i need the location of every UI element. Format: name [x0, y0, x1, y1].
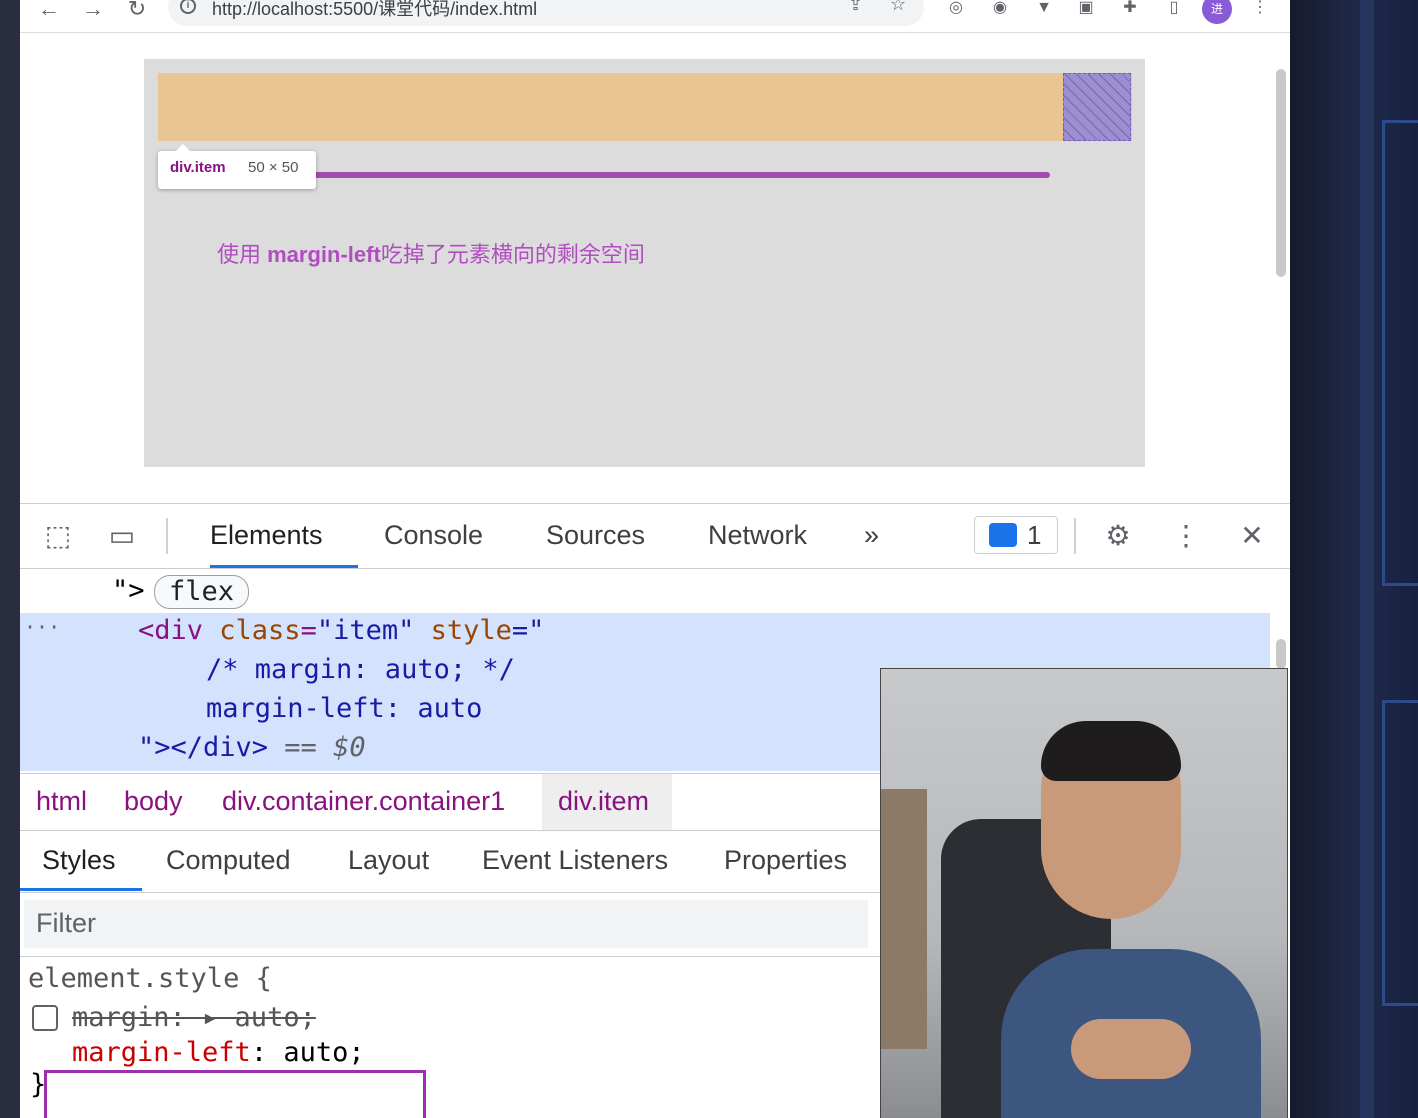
- left-desktop-edge: [0, 0, 20, 1118]
- margin-left-rule[interactable]: margin-left: auto;: [72, 1037, 365, 1068]
- node-close-tag[interactable]: "></div> == $0: [138, 732, 366, 763]
- tab-sources[interactable]: Sources: [546, 520, 645, 551]
- rule-checkbox[interactable]: [32, 1005, 58, 1031]
- note-bold: margin-left: [267, 242, 381, 267]
- attr-style-open: =": [511, 615, 545, 646]
- note-prefix: 使用: [217, 242, 268, 267]
- filter-placeholder: Filter: [36, 908, 96, 938]
- device-toggle-icon[interactable]: ▭: [102, 516, 142, 556]
- breadcrumb-html[interactable]: html: [36, 786, 87, 817]
- tab-elements[interactable]: Elements: [210, 520, 323, 551]
- flex-container: [158, 73, 1132, 141]
- disabled-rule[interactable]: margin: ▸ auto;: [72, 1002, 316, 1033]
- rule-value: : auto;: [250, 1037, 365, 1068]
- node-open-tag[interactable]: <div class="item" style=": [138, 615, 544, 646]
- sidepanel-icon[interactable]: ▯: [1162, 0, 1186, 20]
- tooltip-element-size: 50 × 50: [248, 159, 299, 176]
- demo-area: div.item 50 × 50 使用 margin-left吃掉了元素横向的剩…: [144, 59, 1145, 467]
- message-icon: [989, 523, 1017, 547]
- tag-open: <div: [138, 615, 220, 646]
- active-tab-indicator: [210, 565, 358, 568]
- attr-class-value: "item": [316, 615, 415, 646]
- devtools-tabbar: ⬚ ▭ Elements Console Sources Network » 1…: [20, 504, 1290, 569]
- wallpaper-stripe: [1360, 0, 1374, 1118]
- back-icon[interactable]: ←: [34, 0, 64, 24]
- webcam-person-hand: [1071, 1019, 1191, 1079]
- tab-layout[interactable]: Layout: [348, 845, 429, 876]
- close-icon[interactable]: ✕: [1232, 516, 1272, 556]
- page-scrollbar[interactable]: [1276, 69, 1286, 277]
- rule-prop: margin-left: [72, 1037, 251, 1068]
- issues-badge[interactable]: 1: [974, 516, 1058, 554]
- divider: [1074, 518, 1076, 554]
- element-tooltip: div.item 50 × 50: [158, 144, 316, 189]
- divider: [166, 518, 168, 554]
- ellipsis-icon[interactable]: ···: [24, 615, 60, 639]
- note-suffix: 吃掉了元素横向的剩余空间: [380, 242, 645, 267]
- dollar-zero: $0: [333, 732, 366, 763]
- extension-icon[interactable]: ▣: [1074, 0, 1098, 20]
- tab-network[interactable]: Network: [708, 520, 807, 551]
- devtools-panel: ⬚ ▭ Elements Console Sources Network » 1…: [20, 503, 1290, 1118]
- url-text[interactable]: http://localhost:5500/课堂代码/index.html: [212, 0, 537, 21]
- profile-avatar[interactable]: 进: [1202, 0, 1232, 24]
- filter-input[interactable]: Filter: [24, 900, 868, 948]
- attr-style: style: [414, 615, 512, 646]
- tooltip-element-name: div.item: [170, 159, 226, 176]
- attr-class: class: [219, 615, 301, 646]
- star-icon[interactable]: ☆: [890, 0, 906, 15]
- inspect-icon[interactable]: ⬚: [38, 516, 78, 556]
- extension-icon[interactable]: ◉: [988, 0, 1012, 20]
- breadcrumb-item[interactable]: div.item: [558, 786, 649, 817]
- share-icon[interactable]: ⇪: [848, 0, 863, 15]
- extension-icon[interactable]: ◎: [944, 0, 968, 20]
- address-bar[interactable]: i http://localhost:5500/课堂代码/index.html …: [168, 0, 924, 26]
- webcam-overlay: [880, 668, 1288, 1118]
- more-tabs-icon[interactable]: »: [864, 520, 879, 551]
- puzzle-icon[interactable]: ✚: [1118, 0, 1142, 20]
- breadcrumb-body[interactable]: body: [124, 786, 183, 817]
- desktop-wallpaper: [1290, 0, 1418, 1118]
- tab-computed[interactable]: Computed: [166, 845, 291, 876]
- webcam-shelf: [881, 789, 927, 1049]
- tooltip-arrow: [176, 144, 190, 151]
- tree-scrollbar[interactable]: [1276, 639, 1286, 669]
- forward-icon[interactable]: →: [78, 0, 108, 24]
- breadcrumb-container[interactable]: div.container.container1: [222, 786, 505, 817]
- browser-toolbar: ← → ↻ i http://localhost:5500/课堂代码/index…: [20, 0, 1290, 33]
- tree-line-close[interactable]: ">: [112, 575, 145, 606]
- flex-badge[interactable]: flex: [154, 575, 250, 609]
- style-comment[interactable]: /* margin: auto; */: [206, 654, 515, 685]
- reload-icon[interactable]: ↻: [122, 0, 152, 24]
- item-highlight[interactable]: [1063, 73, 1131, 141]
- webcam-person-hair: [1041, 721, 1181, 781]
- style-margin-left[interactable]: margin-left: auto: [206, 693, 482, 724]
- more-icon[interactable]: ⋮: [1248, 0, 1272, 20]
- tab-console[interactable]: Console: [384, 520, 483, 551]
- tab-styles[interactable]: Styles: [42, 845, 116, 876]
- info-icon[interactable]: i: [180, 0, 196, 14]
- tab-event-listeners[interactable]: Event Listeners: [482, 845, 668, 876]
- page-viewport: div.item 50 × 50 使用 margin-left吃掉了元素横向的剩…: [20, 33, 1290, 533]
- styles-tab-indicator: [20, 888, 142, 891]
- wallpaper-frame-top: [1382, 120, 1418, 586]
- annotation-text: 使用 margin-left吃掉了元素横向的剩余空间: [217, 237, 645, 269]
- gear-icon[interactable]: ⚙: [1098, 516, 1138, 556]
- wallpaper-frame-bottom: [1382, 700, 1418, 1006]
- highlight-box: [44, 1070, 426, 1118]
- extension-icon[interactable]: ▼: [1032, 0, 1056, 20]
- eq-marker: ==: [268, 732, 334, 763]
- kebab-menu-icon[interactable]: ⋮: [1166, 516, 1206, 556]
- issues-count: 1: [1027, 520, 1042, 550]
- attr-eq: =: [300, 615, 317, 646]
- tab-properties[interactable]: Properties: [724, 845, 847, 876]
- element-style-selector[interactable]: element.style {: [28, 963, 272, 994]
- tag-close: "></div>: [138, 732, 269, 763]
- browser-window: ← → ↻ i http://localhost:5500/课堂代码/index…: [20, 0, 1290, 1118]
